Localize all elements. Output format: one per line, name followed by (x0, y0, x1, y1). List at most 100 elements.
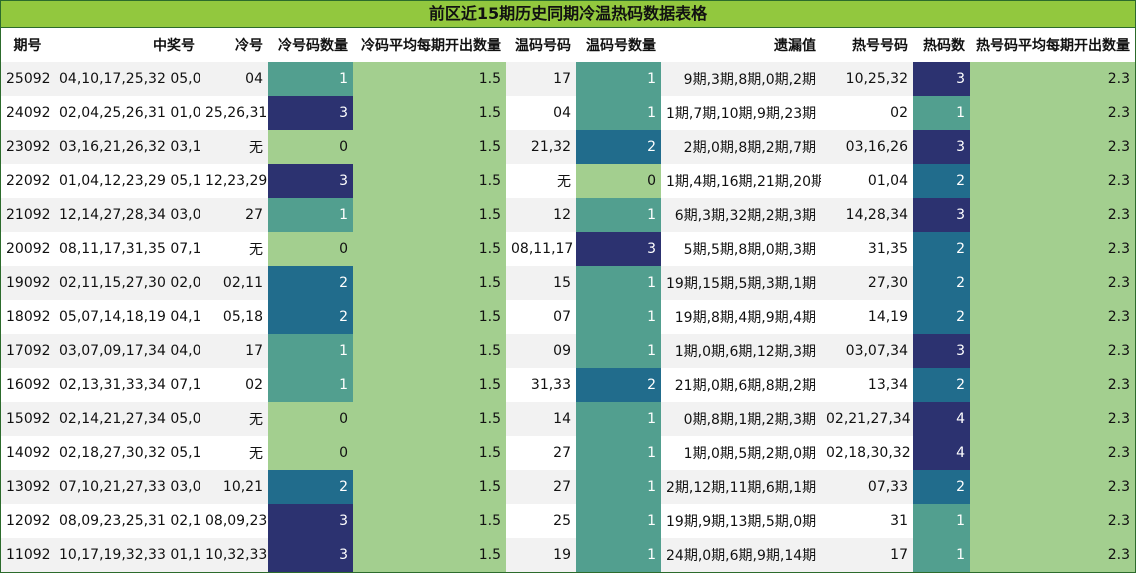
data-table: 期号 中奖号 冷号 冷号码数量 冷码平均每期开出数量 温码号码 温码号数量 遗漏… (1, 28, 1135, 572)
cell-issue: 15092 (1, 402, 54, 436)
cell-hot-count: 2 (913, 266, 970, 300)
cell-miss: 2期,0期,8期,2期,7期 (661, 130, 821, 164)
cell-issue: 22092 (1, 164, 54, 198)
cell-hot: 07,33 (821, 470, 913, 504)
cell-hot-count: 1 (913, 504, 970, 538)
cell-warm-count: 1 (576, 96, 661, 130)
cell-warm: 无 (506, 164, 576, 198)
header-warm: 温码号码 (515, 38, 571, 54)
cell-cold-count: 2 (268, 300, 353, 334)
header-hot-count: 热码数 (923, 38, 965, 54)
cell-hot: 02,18,30,32 (821, 436, 913, 470)
table-row: 25092 04,10,17,25,32 05,07 04 1 1.5 17 1 9期,3期,… (1, 62, 1135, 96)
cell-hot: 01,04 (821, 164, 913, 198)
cell-cold-avg: 1.5 (353, 232, 506, 266)
cell-issue: 16092 (1, 368, 54, 402)
cell-hot-avg: 2.3 (970, 300, 1135, 334)
cell-cold: 04 (200, 62, 268, 96)
cell-winning-numbers: 10,17,19,32,33 01,12 (54, 538, 200, 572)
cell-cold-count: 1 (268, 368, 353, 402)
cell-cold-count: 2 (268, 470, 353, 504)
cell-cold: 02 (200, 368, 268, 402)
cell-hot: 31 (821, 504, 913, 538)
cell-issue: 25092 (1, 62, 54, 96)
header-issue: 期号 (13, 38, 42, 54)
cell-miss: 19期,8期,4期,9期,4期 (661, 300, 821, 334)
cell-miss: 5期,5期,8期,0期,3期 (661, 232, 821, 266)
cell-warm-count: 1 (576, 504, 661, 538)
cell-hot-avg: 2.3 (970, 504, 1135, 538)
cell-issue: 20092 (1, 232, 54, 266)
cell-hot-count: 2 (913, 232, 970, 266)
cell-hot-avg: 2.3 (970, 266, 1135, 300)
cell-hot-avg: 2.3 (970, 334, 1135, 368)
cell-warm: 15 (506, 266, 576, 300)
cell-hot-count: 4 (913, 402, 970, 436)
table-row: 19092 02,11,15,27,30 02,05 02,11 2 1.5 15 1 19期… (1, 266, 1135, 300)
cell-cold-count: 1 (268, 62, 353, 96)
cell-cold-avg: 1.5 (353, 96, 506, 130)
table-row: 13092 07,10,21,27,33 03,09 10,21 2 1.5 27 1 2期,… (1, 470, 1135, 504)
cell-warm: 12 (506, 198, 576, 232)
cell-cold-avg: 1.5 (353, 164, 506, 198)
cell-winning-numbers: 02,18,27,30,32 05,11 (54, 436, 200, 470)
table-row: 22092 01,04,12,23,29 05,12 12,23,29 3 1.5 无 0 1… (1, 164, 1135, 198)
table-row: 20092 08,11,17,31,35 07,11 无 0 1.5 08,11,17 3 5… (1, 232, 1135, 266)
cell-hot: 02 (821, 96, 913, 130)
cell-cold-count: 3 (268, 164, 353, 198)
cell-cold-count: 0 (268, 232, 353, 266)
cell-winning-numbers: 08,11,17,31,35 07,11 (54, 232, 200, 266)
table-row: 14092 02,18,27,30,32 05,11 无 0 1.5 27 1 1期,0期,5… (1, 436, 1135, 470)
cell-hot-avg: 2.3 (970, 164, 1135, 198)
cell-miss: 0期,8期,1期,2期,3期 (661, 402, 821, 436)
table-row: 24092 02,04,25,26,31 01,06 25,26,31 3 1.5 04 1… (1, 96, 1135, 130)
cell-hot: 31,35 (821, 232, 913, 266)
cell-issue: 12092 (1, 504, 54, 538)
cell-miss: 6期,3期,32期,2期,3期 (661, 198, 821, 232)
cell-miss: 9期,3期,8期,0期,2期 (661, 62, 821, 96)
cell-warm: 14 (506, 402, 576, 436)
cell-cold: 27 (200, 198, 268, 232)
cell-warm-count: 1 (576, 538, 661, 572)
cell-cold-avg: 1.5 (353, 198, 506, 232)
cell-cold-avg: 1.5 (353, 402, 506, 436)
cell-issue: 21092 (1, 198, 54, 232)
table-row: 12092 08,09,23,25,31 02,12 08,09,23 3 1.5 25 1… (1, 504, 1135, 538)
cell-cold: 02,11 (200, 266, 268, 300)
cell-warm: 31,33 (506, 368, 576, 402)
cell-winning-numbers: 03,16,21,26,32 03,12 (54, 130, 200, 164)
header-winning-numbers: 中奖号 (153, 38, 195, 54)
cell-miss: 1期,0期,6期,12期,3期 (661, 334, 821, 368)
cell-cold-count: 3 (268, 538, 353, 572)
cell-cold-avg: 1.5 (353, 538, 506, 572)
cell-warm: 25 (506, 504, 576, 538)
cell-warm-count: 1 (576, 334, 661, 368)
cell-warm: 08,11,17 (506, 232, 576, 266)
cell-winning-numbers: 01,04,12,23,29 05,12 (54, 164, 200, 198)
cell-winning-numbers: 02,14,21,27,34 05,08 (54, 402, 200, 436)
cell-hot: 27,30 (821, 266, 913, 300)
cell-hot-avg: 2.3 (970, 538, 1135, 572)
cell-warm: 27 (506, 436, 576, 470)
cell-warm: 09 (506, 334, 576, 368)
cell-issue: 23092 (1, 130, 54, 164)
cell-hot-count: 2 (913, 470, 970, 504)
cell-winning-numbers: 02,04,25,26,31 01,06 (54, 96, 200, 130)
cell-warm-count: 2 (576, 130, 661, 164)
cell-cold-avg: 1.5 (353, 130, 506, 164)
cell-hot: 13,34 (821, 368, 913, 402)
cell-cold-avg: 1.5 (353, 266, 506, 300)
cell-warm-count: 3 (576, 232, 661, 266)
cell-miss: 21期,0期,6期,8期,2期 (661, 368, 821, 402)
cell-hot-count: 2 (913, 300, 970, 334)
cell-issue: 18092 (1, 300, 54, 334)
cell-issue: 13092 (1, 470, 54, 504)
cell-cold: 08,09,23 (200, 504, 268, 538)
cell-warm-count: 1 (576, 436, 661, 470)
cell-cold-avg: 1.5 (353, 470, 506, 504)
cell-hot-count: 3 (913, 198, 970, 232)
cell-cold: 无 (200, 402, 268, 436)
cell-warm: 21,32 (506, 130, 576, 164)
cell-warm: 17 (506, 62, 576, 96)
table-row: 17092 03,07,09,17,34 04,05 17 1 1.5 09 1 1期,0期,… (1, 334, 1135, 368)
